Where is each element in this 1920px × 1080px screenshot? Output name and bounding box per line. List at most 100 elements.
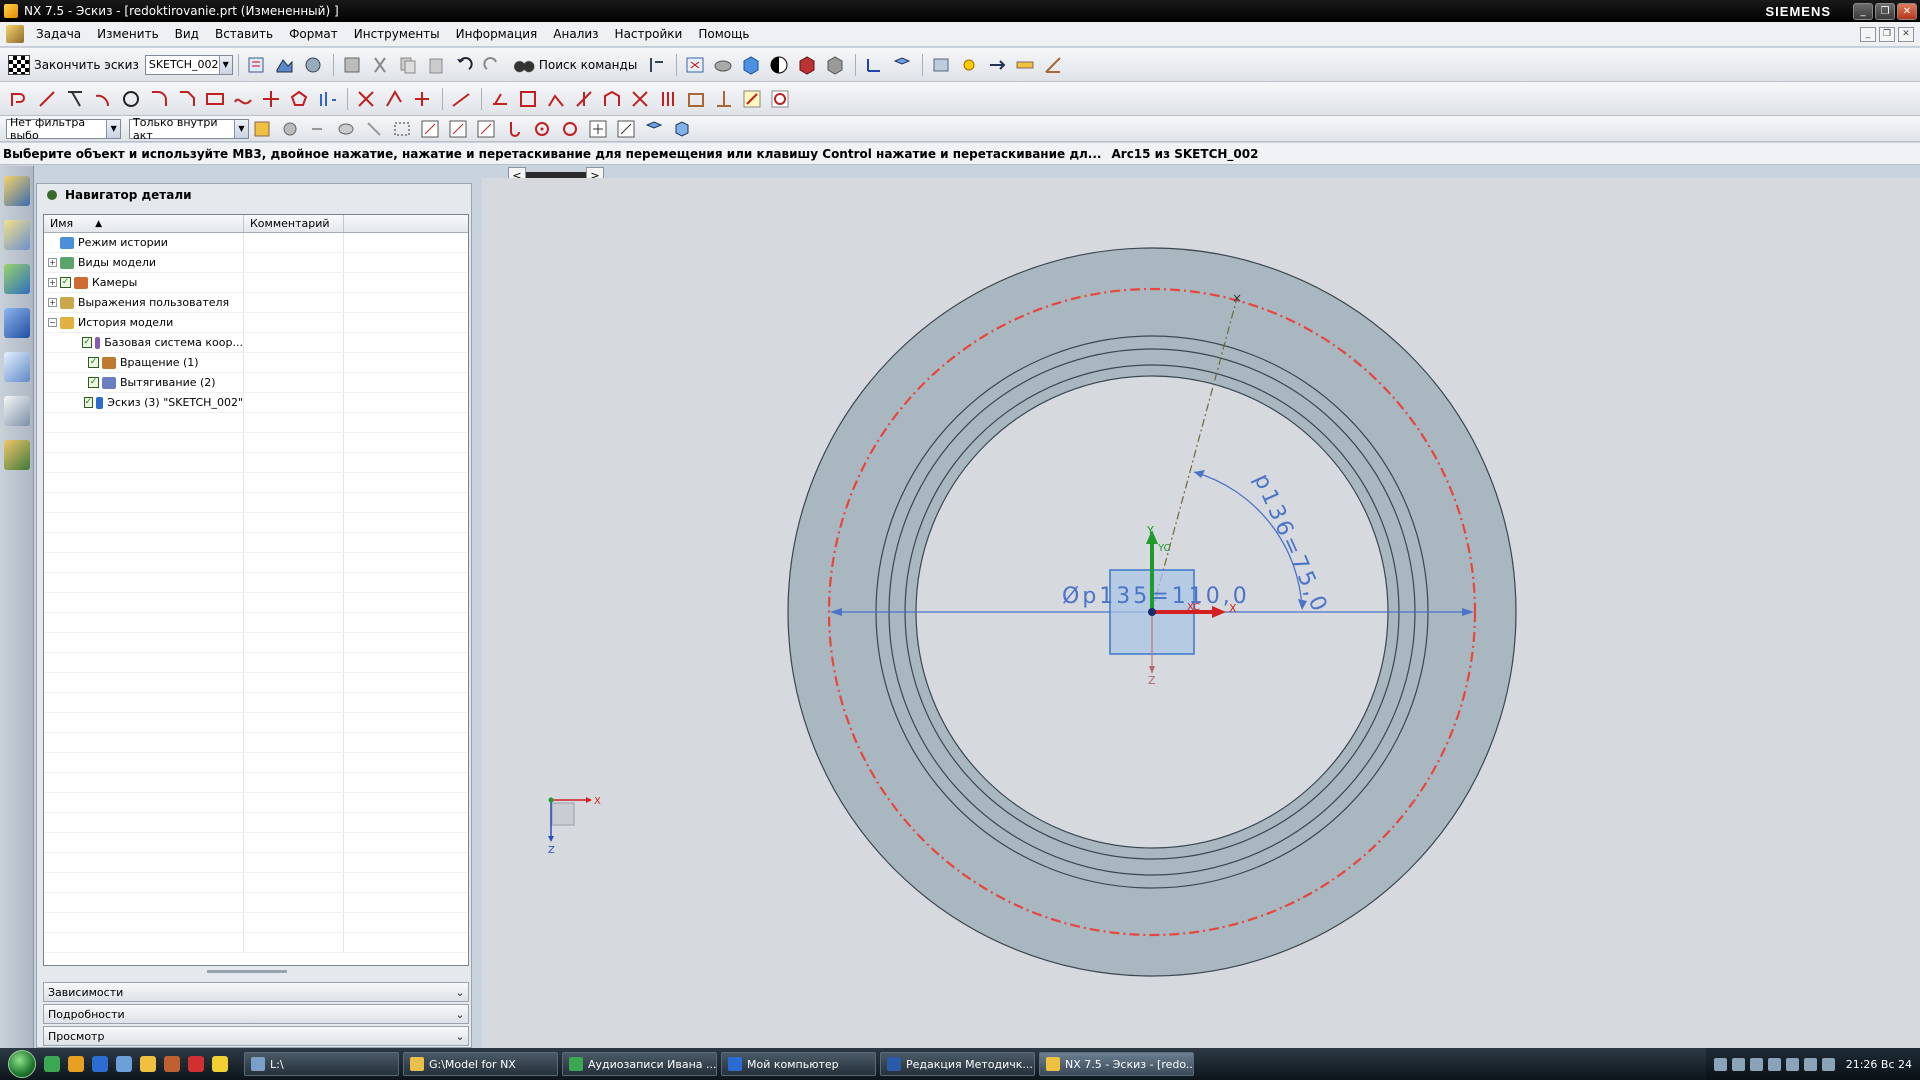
constraints-icon[interactable]: [487, 86, 513, 112]
sketch-name-select[interactable]: SKETCH_002 ▼: [144, 54, 233, 75]
type-filter-select[interactable]: Нет фильтра выбо ▼: [6, 116, 121, 142]
snap-point-on-surface-icon[interactable]: [641, 116, 667, 142]
rotate-view-icon[interactable]: [710, 52, 736, 78]
expand-toggle-icon[interactable]: −: [48, 318, 57, 327]
tray-icon-1[interactable]: [1713, 1057, 1727, 1071]
snap-midpoint-icon[interactable]: [445, 116, 471, 142]
snap-arc-center-icon[interactable]: [529, 116, 555, 142]
command-finder-button[interactable]: Поиск команды: [507, 56, 643, 73]
shaded-icon[interactable]: [794, 52, 820, 78]
convert-reference-icon[interactable]: [627, 86, 653, 112]
quick-extend-icon[interactable]: [381, 86, 407, 112]
taskbar-button[interactable]: NX 7.5 - Эскиз - [redo...: [1039, 1052, 1194, 1076]
auto-constrain-icon[interactable]: [515, 86, 541, 112]
expand-toggle-icon[interactable]: +: [48, 298, 57, 307]
visibility-checkbox[interactable]: ✓: [83, 397, 94, 408]
profile-icon[interactable]: [6, 86, 32, 112]
studio-icon[interactable]: [822, 52, 848, 78]
continuous-dim-icon[interactable]: [739, 86, 765, 112]
measure-angle-icon[interactable]: [1040, 52, 1066, 78]
network-icon[interactable]: [1821, 1057, 1835, 1071]
menu-analysis[interactable]: Анализ: [545, 27, 606, 41]
visibility-checkbox[interactable]: ✓: [88, 377, 99, 388]
diameter-dimension-text[interactable]: Øp135=110,0: [1062, 584, 1250, 609]
panel-dependencies[interactable]: Зависимости ⌄: [43, 982, 469, 1002]
measure-distance-icon[interactable]: [1012, 52, 1038, 78]
tray-icon-3[interactable]: [1749, 1057, 1763, 1071]
offset-curve-icon[interactable]: [314, 86, 340, 112]
chamfer-icon[interactable]: [174, 86, 200, 112]
update-model-icon[interactable]: [300, 52, 326, 78]
fillet-icon[interactable]: [146, 86, 172, 112]
visibility-checkbox[interactable]: ✓: [88, 357, 99, 368]
menu-app-icon[interactable]: [6, 25, 24, 43]
assembly-navigator-icon[interactable]: [4, 176, 30, 206]
panel-splitter[interactable]: [207, 970, 287, 973]
menu-format[interactable]: Формат: [281, 27, 346, 41]
taskbar-button[interactable]: Аудиозаписи Ивана ...: [562, 1052, 717, 1076]
doc-close-button[interactable]: ✕: [1898, 26, 1914, 42]
rectangle-icon[interactable]: [202, 86, 228, 112]
line-icon[interactable]: [34, 86, 60, 112]
web-browser-icon[interactable]: [4, 352, 30, 382]
tree-row[interactable]: + ✓ Камеры: [44, 273, 468, 293]
quicklaunch-icon-6[interactable]: [164, 1056, 180, 1072]
tree-row[interactable]: ✓ Вращение (1): [44, 353, 468, 373]
layer-icon[interactable]: [889, 52, 915, 78]
snap-quadrant-icon[interactable]: [557, 116, 583, 142]
infer-constraints-icon[interactable]: [683, 86, 709, 112]
constraint-navigator-icon[interactable]: [4, 220, 30, 250]
quicklaunch-icon-7[interactable]: [188, 1056, 204, 1072]
menu-view[interactable]: Вид: [167, 27, 207, 41]
tray-icon-5[interactable]: [1785, 1057, 1799, 1071]
quicklaunch-icon-5[interactable]: [140, 1056, 156, 1072]
roles-icon[interactable]: [4, 440, 30, 470]
sketch-origin[interactable]: [1148, 608, 1156, 616]
graphics-window[interactable]: × Øp135=110,0 p136=75,0 Y YC X XC Z X Z: [482, 178, 1920, 1048]
deselect-icon[interactable]: [361, 116, 387, 142]
snap-point-on-curve-icon[interactable]: [613, 116, 639, 142]
show-no-constraints-icon[interactable]: [571, 86, 597, 112]
quicklaunch-icon-1[interactable]: [44, 1056, 60, 1072]
selection-scope-select[interactable]: Только внутри акт ▼: [129, 116, 249, 142]
arc-icon[interactable]: [62, 86, 88, 112]
quick-trim-icon[interactable]: [353, 86, 379, 112]
tree-row[interactable]: ✓ Вытягивание (2): [44, 373, 468, 393]
menu-task[interactable]: Задача: [28, 27, 89, 41]
sparkle-icon[interactable]: [956, 52, 982, 78]
redo-icon[interactable]: [479, 52, 505, 78]
history-icon[interactable]: [4, 396, 30, 426]
expand-toggle-icon[interactable]: +: [48, 258, 57, 267]
move-icon[interactable]: [984, 52, 1010, 78]
orient-cube-icon[interactable]: [738, 52, 764, 78]
tray-icon-4[interactable]: [1767, 1057, 1781, 1071]
studio-spline-icon[interactable]: [230, 86, 256, 112]
doc-minimize-button[interactable]: _: [1860, 26, 1876, 42]
fit-view-icon[interactable]: [682, 52, 708, 78]
snap-existing-point-icon[interactable]: [585, 116, 611, 142]
snap-control-icon[interactable]: [473, 116, 499, 142]
doc-restore-button[interactable]: ❐: [1879, 26, 1895, 42]
tree-row[interactable]: ✓ Базовая система коор...: [44, 333, 468, 353]
wcs-icon[interactable]: [861, 52, 887, 78]
part-navigator-icon[interactable]: [4, 264, 30, 294]
make-corner-icon[interactable]: [409, 86, 435, 112]
taskbar-button[interactable]: Редакция Методичк...: [880, 1052, 1035, 1076]
pin-icon[interactable]: [47, 190, 57, 200]
paste-icon[interactable]: [423, 52, 449, 78]
create-inferred-icon[interactable]: [711, 86, 737, 112]
reset-filters-icon[interactable]: [277, 116, 303, 142]
delay-evaluation-icon[interactable]: [767, 86, 793, 112]
quicklaunch-icon-2[interactable]: [68, 1056, 84, 1072]
select-all-icon[interactable]: [333, 116, 359, 142]
clock[interactable]: 21:26 Вс 24: [1846, 1058, 1912, 1071]
quicklaunch-icon-3[interactable]: [92, 1056, 108, 1072]
tray-icon-2[interactable]: [1731, 1057, 1745, 1071]
menu-information[interactable]: Информация: [448, 27, 546, 41]
panel-details[interactable]: Подробности ⌄: [43, 1004, 469, 1024]
tree-row[interactable]: + Выражения пользователя: [44, 293, 468, 313]
information-icon[interactable]: [643, 52, 669, 78]
menu-help[interactable]: Помощь: [690, 27, 757, 41]
close-button[interactable]: ✕: [1897, 2, 1917, 20]
tree-row[interactable]: − История модели: [44, 313, 468, 333]
